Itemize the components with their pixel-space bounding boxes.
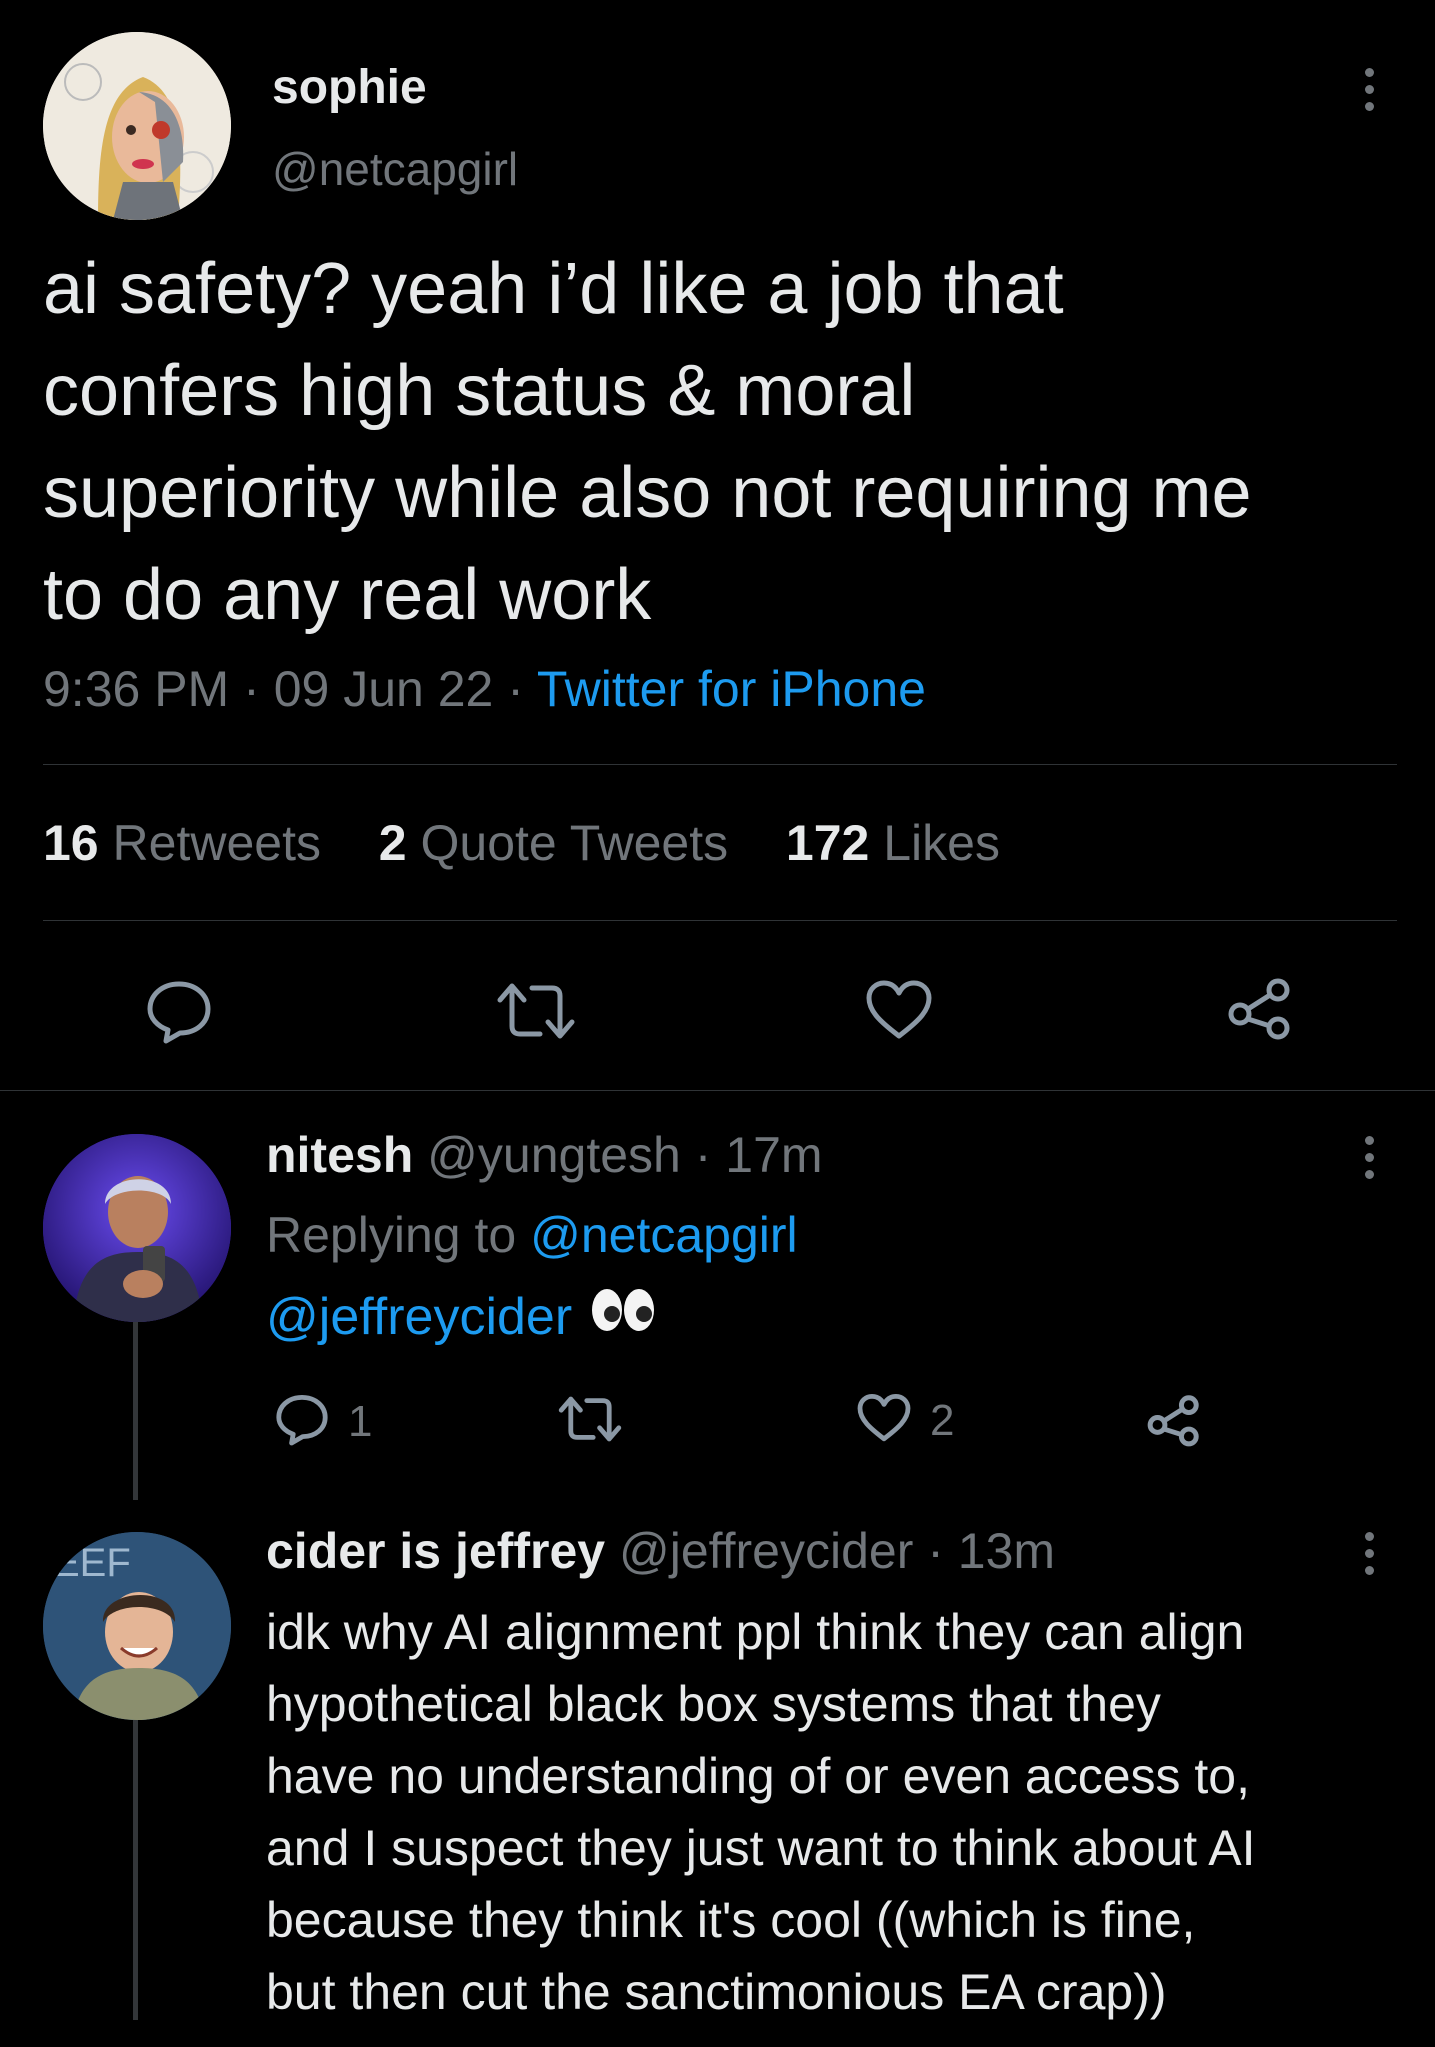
tweet-time[interactable]: 9:36 PM	[43, 661, 229, 717]
tweet-line: ai safety? yeah i’d like a job that	[43, 249, 1064, 329]
divider	[43, 920, 1397, 921]
reply1-handle[interactable]: @yungtesh	[427, 1127, 681, 1183]
more-options-icon[interactable]	[1364, 1136, 1374, 1179]
tweet-source[interactable]: Twitter for iPhone	[537, 661, 926, 717]
separator: ·	[243, 661, 260, 717]
tweet-line: have no understanding of or even access …	[266, 1748, 1250, 1804]
reply1-display-name[interactable]: nitesh	[266, 1127, 413, 1183]
tweet-line: hypothetical black box systems that they	[266, 1676, 1161, 1732]
main-tweet-text: ai safety? yeah i’d like a job that conf…	[43, 238, 1252, 646]
reply1-time[interactable]: · 17m	[695, 1127, 823, 1183]
reply1-like-action[interactable]: 2	[856, 1392, 954, 1449]
reply-icon	[274, 1392, 330, 1451]
quotes-count: 2	[378, 815, 407, 871]
tweet-line: superiority while also not requiring me	[43, 453, 1252, 533]
reply2-text: idk why AI alignment ppl think they can …	[266, 1596, 1256, 2028]
main-display-name[interactable]: sophie	[272, 60, 427, 115]
reply-count: 1	[348, 1396, 373, 1446]
tweet-line: but then cut the sanctimonious EA crap))	[266, 1964, 1167, 2020]
retweet-icon[interactable]	[496, 980, 576, 1042]
quotes-stat[interactable]: 2 Quote Tweets	[379, 815, 728, 871]
avatar-jeffrey[interactable]: EEF	[43, 1532, 231, 1720]
thread-line	[133, 1720, 138, 2020]
replying-handle[interactable]: @netcapgirl	[530, 1207, 798, 1263]
reply2-display-name[interactable]: cider is jeffrey	[266, 1523, 605, 1579]
separator: ·	[507, 661, 524, 717]
tweet-line: to do any real work	[43, 555, 652, 635]
reply1-text: @jeffreycider	[266, 1286, 656, 1347]
reply1-reply-action[interactable]: 1	[274, 1392, 372, 1451]
avatar-nitesh[interactable]	[43, 1134, 231, 1322]
tweet-line: idk why AI alignment ppl think they can …	[266, 1604, 1245, 1660]
share-icon[interactable]	[1146, 1392, 1202, 1453]
thread-line	[133, 1322, 138, 1500]
reply2-time[interactable]: · 13m	[927, 1523, 1055, 1579]
quotes-label: Quote Tweets	[420, 815, 729, 871]
replying-to: Replying to @netcapgirl	[266, 1206, 798, 1264]
retweet-icon[interactable]	[558, 1394, 622, 1449]
reply-icon[interactable]	[144, 978, 214, 1044]
more-options-icon[interactable]	[1364, 1532, 1374, 1575]
tweet-line: confers high status & moral	[43, 351, 916, 431]
tweet-date[interactable]: 09 Jun 22	[274, 661, 494, 717]
tweet-line: and I suspect they just want to think ab…	[266, 1820, 1256, 1876]
like-icon	[856, 1392, 912, 1449]
main-handle[interactable]: @netcapgirl	[272, 142, 518, 196]
like-count: 2	[930, 1395, 955, 1445]
like-icon[interactable]	[864, 978, 934, 1042]
reply1-header: nitesh @yungtesh · 17m	[266, 1126, 823, 1184]
reply2-header: cider is jeffrey @jeffreycider · 13m	[266, 1522, 1055, 1580]
retweets-stat[interactable]: 16 Retweets	[43, 815, 321, 871]
retweets-count: 16	[43, 815, 99, 871]
likes-label: Likes	[883, 815, 1000, 871]
share-icon[interactable]	[1226, 974, 1294, 1042]
more-options-icon[interactable]	[1364, 68, 1374, 111]
replying-prefix: Replying to	[266, 1207, 517, 1263]
avatar-sophie[interactable]	[43, 32, 231, 220]
svg-text:EEF: EEF	[53, 1541, 131, 1585]
tweet-stats: 16 Retweets 2 Quote Tweets 172 Likes	[43, 814, 1000, 872]
reply2-handle[interactable]: @jeffreycider	[619, 1523, 913, 1579]
tweet-line: because they think it's cool ((which is …	[266, 1892, 1196, 1948]
tweet-metadata: 9:36 PM · 09 Jun 22 · Twitter for iPhone	[43, 660, 926, 718]
divider	[0, 1090, 1435, 1091]
retweets-label: Retweets	[112, 815, 321, 871]
likes-stat[interactable]: 172 Likes	[786, 815, 1000, 871]
divider	[43, 764, 1397, 765]
mention-link[interactable]: @jeffreycider	[266, 1287, 572, 1347]
eyes-emoji-icon	[590, 1286, 656, 1347]
likes-count: 172	[785, 815, 870, 871]
